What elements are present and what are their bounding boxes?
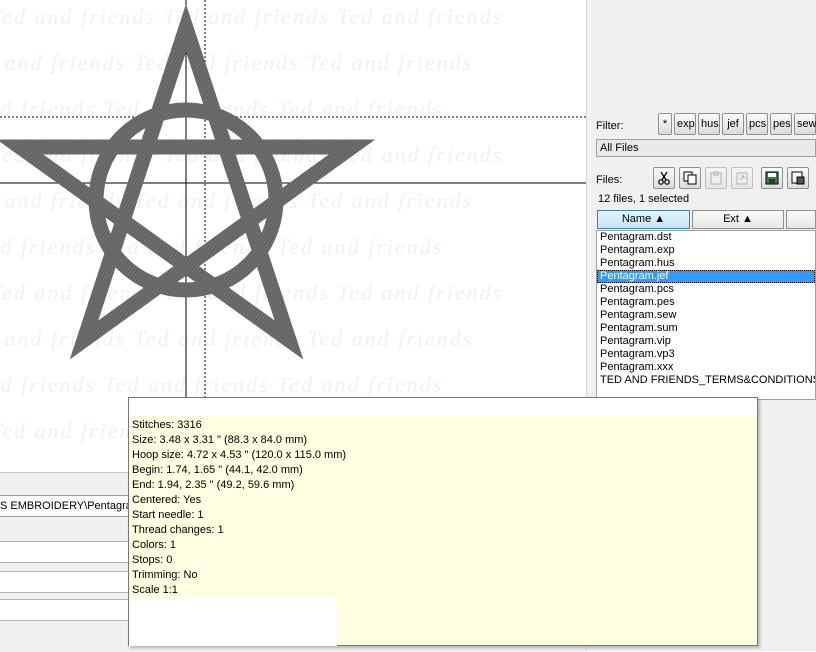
file-list-item[interactable]: Pentagram.vp3	[597, 348, 815, 361]
scissors-icon	[658, 171, 670, 185]
filter-jef-button[interactable]: jef	[722, 113, 744, 135]
tooltip-stops: Stops: 0	[132, 554, 173, 566]
copy-icon	[683, 171, 697, 185]
file-list-item[interactable]: Pentagram.dst	[597, 231, 815, 244]
filter-all-button[interactable]: *	[658, 113, 672, 135]
file-list-item[interactable]: Pentagram.vip	[597, 335, 815, 348]
copy-button[interactable]	[679, 167, 701, 189]
tooltip-thread-changes: Thread changes: 1	[132, 524, 224, 536]
file-list-item[interactable]: Pentagram.pes	[597, 296, 815, 309]
paste-special-button[interactable]	[731, 167, 753, 189]
tooltip-centered: Centered: Yes	[132, 494, 202, 506]
file-list-item[interactable]: Pentagram.sum	[597, 322, 815, 335]
filter-pes-button[interactable]: pes	[770, 113, 792, 135]
file-list-item[interactable]: Pentagram.jef	[597, 270, 815, 283]
file-list-item[interactable]: Pentagram.exp	[597, 244, 815, 257]
save-as-button[interactable]	[787, 167, 809, 189]
column-header-ext[interactable]: Ext ▲	[692, 210, 784, 229]
design-info-tooltip: Stitches: 3316 Size: 3.48 x 3.31 " (88.3…	[128, 397, 758, 646]
file-list-item[interactable]: Pentagram.xxx	[597, 361, 815, 374]
file-list-item[interactable]: TED AND FRIENDS_TERMS&CONDITIONS_	[597, 374, 815, 387]
column-header-name[interactable]: Name ▲	[597, 210, 690, 229]
files-count: 12 files, 1 selected	[598, 193, 690, 205]
file-list[interactable]: Pentagram.dst Pentagram.exp Pentagram.hus P…	[596, 230, 816, 400]
tooltip-scale: Scale 1:1	[132, 584, 178, 596]
tooltip-begin: Begin: 1.74, 1.65 " (44.1, 42.0 mm)	[132, 464, 303, 476]
file-list-item[interactable]: Pentagram.sew	[597, 309, 815, 322]
paste-special-icon	[736, 172, 748, 185]
file-list-item[interactable]: Pentagram.pcs	[597, 283, 815, 296]
filter-dropdown[interactable]: All Files	[596, 139, 816, 157]
file-list-item[interactable]: Pentagram.hus	[597, 257, 815, 270]
tooltip-start-needle: Start needle: 1	[132, 509, 204, 521]
tooltip-size: Size: 3.48 x 3.31 " (88.3 x 84.0 mm)	[132, 434, 308, 446]
filter-exp-button[interactable]: exp	[674, 113, 696, 135]
filter-sew-button[interactable]: sew	[794, 113, 816, 135]
tooltip-colors: Colors: 1	[132, 539, 177, 551]
tooltip-trimming: Trimming: No	[132, 569, 198, 581]
save-as-icon	[791, 171, 805, 185]
save-icon	[765, 171, 779, 185]
tooltip-preview-area	[129, 598, 337, 646]
save-button[interactable]	[761, 167, 783, 189]
cut-button[interactable]	[653, 167, 675, 189]
filter-pcs-button[interactable]: pcs	[746, 113, 768, 135]
filter-label: Filter:	[596, 120, 624, 132]
tooltip-header-strip	[129, 398, 757, 416]
filter-hus-button[interactable]: hus	[698, 113, 720, 135]
tooltip-hoop-size: Hoop size: 4.72 x 4.53 " (120.0 x 115.0 …	[132, 449, 347, 461]
files-label: Files:	[596, 174, 623, 186]
column-header-extra[interactable]	[786, 210, 816, 229]
tooltip-end: End: 1.94, 2.35 " (49.2, 59.6 mm)	[132, 479, 295, 491]
tooltip-stitches: Stitches: 3316	[132, 419, 202, 431]
paste-button[interactable]	[705, 167, 727, 189]
paste-icon	[710, 171, 722, 185]
